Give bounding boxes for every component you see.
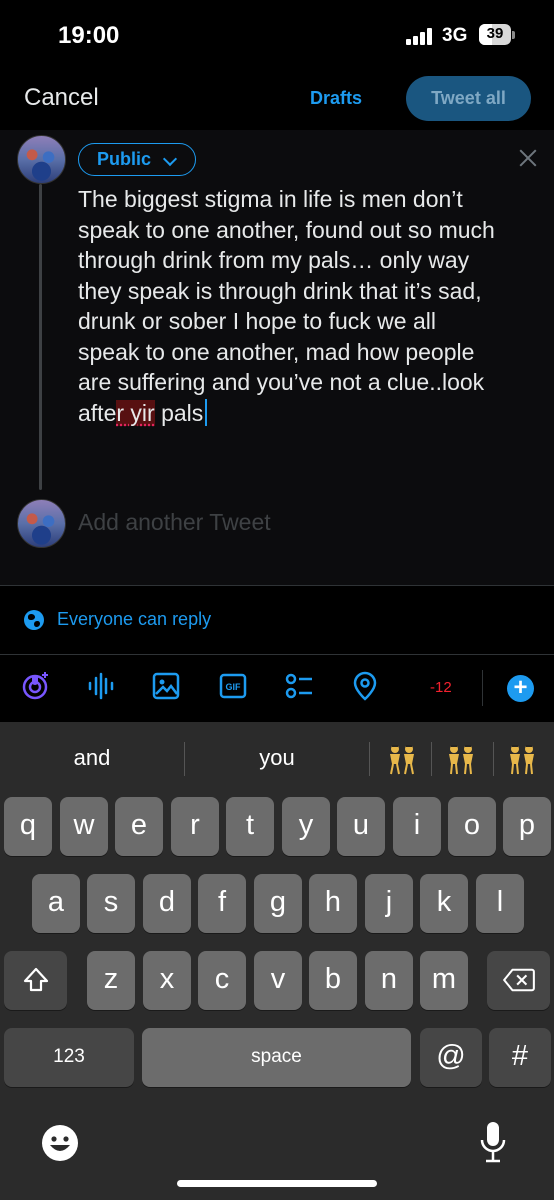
hash-key[interactable]: # bbox=[489, 1028, 551, 1087]
battery-nub bbox=[512, 31, 515, 39]
dancers-emoji[interactable] bbox=[384, 742, 420, 776]
key-c[interactable]: c bbox=[198, 951, 246, 1010]
key-f[interactable]: f bbox=[198, 874, 246, 933]
key-i[interactable]: i bbox=[393, 797, 441, 856]
key-d[interactable]: d bbox=[143, 874, 191, 933]
avatar bbox=[17, 135, 66, 184]
key-v[interactable]: v bbox=[254, 951, 302, 1010]
key-a[interactable]: a bbox=[32, 874, 80, 933]
suggestion-and[interactable]: and bbox=[40, 745, 144, 771]
signal-icon bbox=[406, 27, 436, 45]
cancel-button[interactable]: Cancel bbox=[24, 84, 99, 112]
compose-toolbar: GIF -12 + bbox=[0, 656, 554, 722]
audience-label: Public bbox=[97, 149, 152, 169]
battery-icon: 39 bbox=[479, 24, 511, 45]
shift-icon bbox=[23, 967, 48, 992]
at-key[interactable]: @ bbox=[420, 1028, 482, 1087]
divider bbox=[0, 585, 554, 586]
microphone-icon[interactable] bbox=[478, 1120, 508, 1164]
globe-icon bbox=[24, 610, 44, 630]
poll-icon[interactable] bbox=[284, 671, 314, 701]
suggestion-you[interactable]: you bbox=[225, 745, 329, 771]
suggestion-separator bbox=[369, 742, 370, 776]
tweet-text: The biggest stigma in life is men don’t … bbox=[78, 186, 495, 426]
status-time: 19:00 bbox=[58, 22, 120, 49]
key-g[interactable]: g bbox=[254, 874, 302, 933]
key-k[interactable]: k bbox=[420, 874, 468, 933]
avatar-secondary bbox=[17, 499, 66, 548]
key-w[interactable]: w bbox=[60, 797, 108, 856]
suggestion-separator bbox=[431, 742, 432, 776]
close-icon[interactable] bbox=[517, 147, 539, 169]
drafts-button[interactable]: Drafts bbox=[310, 88, 362, 109]
status-bar: 19:00 3G 39 bbox=[0, 0, 554, 70]
numbers-key[interactable]: 123 bbox=[4, 1028, 134, 1087]
add-another-tweet-input[interactable]: Add another Tweet bbox=[78, 509, 271, 536]
key-n[interactable]: n bbox=[365, 951, 413, 1010]
battery-level: 39 bbox=[486, 25, 504, 42]
key-p[interactable]: p bbox=[503, 797, 551, 856]
key-j[interactable]: j bbox=[365, 874, 413, 933]
home-indicator bbox=[177, 1180, 377, 1187]
dancers-emoji[interactable] bbox=[504, 742, 540, 776]
suggestion-separator bbox=[184, 742, 185, 776]
thread-line bbox=[39, 184, 42, 490]
key-m[interactable]: m bbox=[420, 951, 468, 1010]
key-z[interactable]: z bbox=[87, 951, 135, 1010]
shift-key[interactable] bbox=[4, 951, 67, 1010]
misspelled-word: r yir bbox=[116, 399, 155, 426]
divider bbox=[0, 654, 554, 655]
key-y[interactable]: y bbox=[282, 797, 330, 856]
gif-label: GIF bbox=[226, 682, 242, 692]
key-l[interactable]: l bbox=[476, 874, 524, 933]
emoji-keyboard-icon[interactable] bbox=[40, 1123, 80, 1163]
image-icon[interactable] bbox=[151, 671, 181, 701]
gif-icon[interactable]: GIF bbox=[218, 671, 248, 701]
delete-key[interactable] bbox=[487, 951, 550, 1010]
key-h[interactable]: h bbox=[309, 874, 357, 933]
key-s[interactable]: s bbox=[87, 874, 135, 933]
key-t[interactable]: t bbox=[226, 797, 274, 856]
spaces-icon[interactable] bbox=[20, 671, 50, 701]
tweet-text-end: pals bbox=[154, 399, 204, 426]
key-u[interactable]: u bbox=[337, 797, 385, 856]
key-b[interactable]: b bbox=[309, 951, 357, 1010]
reply-setting-label: Everyone can reply bbox=[57, 609, 212, 629]
key-o[interactable]: o bbox=[448, 797, 496, 856]
audio-icon[interactable] bbox=[86, 671, 116, 701]
tweet-text-input[interactable]: The biggest stigma in life is men don’t … bbox=[78, 184, 498, 428]
tweet-all-button[interactable]: Tweet all bbox=[406, 76, 531, 121]
space-key[interactable]: space bbox=[142, 1028, 411, 1087]
network-type: 3G bbox=[442, 25, 468, 46]
dancers-emoji[interactable] bbox=[443, 742, 479, 776]
text-cursor bbox=[205, 398, 208, 426]
chevron-down-icon bbox=[162, 151, 178, 167]
backspace-icon bbox=[502, 968, 535, 992]
character-counter: -12 bbox=[430, 679, 452, 696]
key-e[interactable]: e bbox=[115, 797, 163, 856]
toolbar-separator bbox=[482, 670, 483, 706]
key-q[interactable]: q bbox=[4, 797, 52, 856]
audience-selector[interactable]: Public bbox=[78, 143, 196, 176]
add-thread-button[interactable]: + bbox=[507, 675, 534, 702]
key-r[interactable]: r bbox=[171, 797, 219, 856]
location-icon[interactable] bbox=[350, 671, 380, 701]
key-x[interactable]: x bbox=[143, 951, 191, 1010]
suggestion-separator bbox=[493, 742, 494, 776]
